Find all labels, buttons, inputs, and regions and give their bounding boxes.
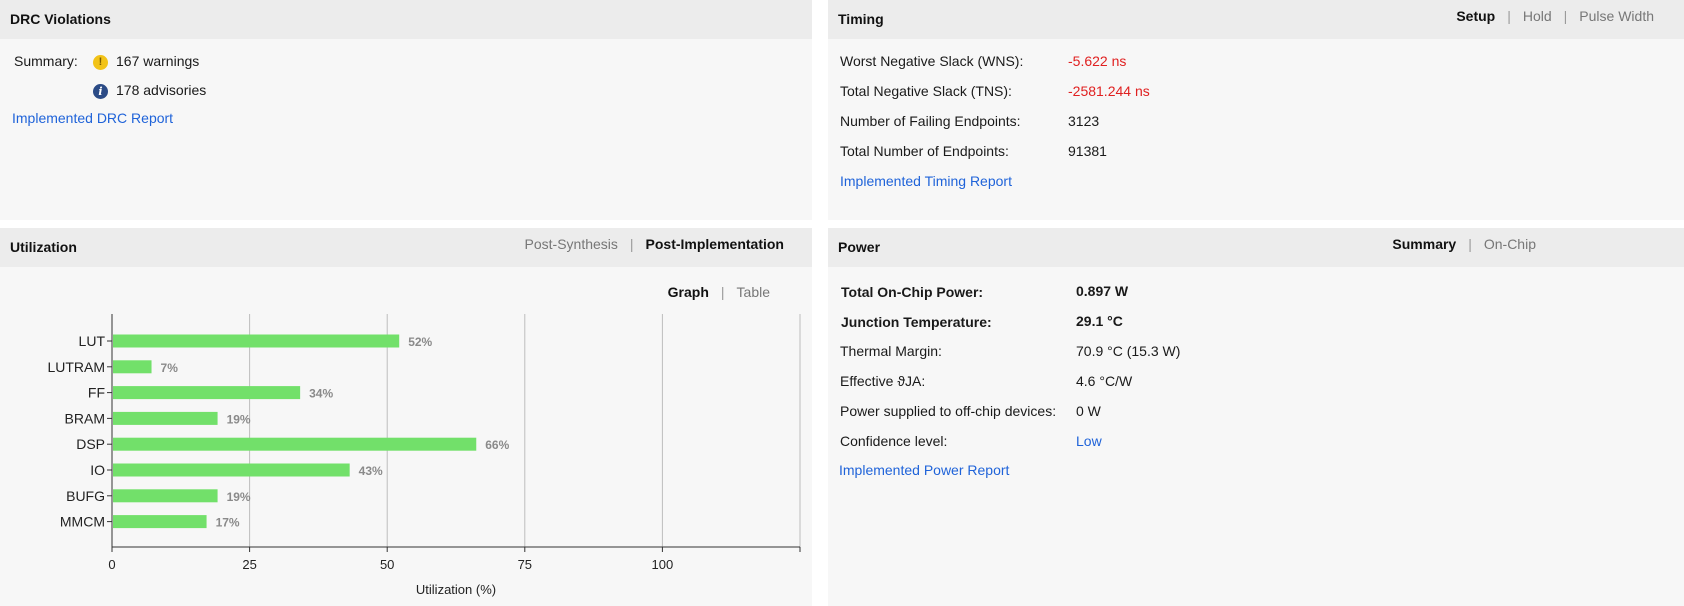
drc-advisories-count[interactable]: 178 advisories bbox=[116, 82, 206, 98]
value-label-bram: 19% bbox=[227, 412, 251, 426]
power-panel: Power Summary | On-Chip Total On-Chip Po… bbox=[828, 228, 1684, 606]
drc-summary-label: Summary: bbox=[14, 53, 78, 69]
category-label-mmcm: MMCM bbox=[60, 514, 105, 530]
bar-lutram bbox=[113, 360, 152, 374]
category-label-lutram: LUTRAM bbox=[47, 359, 105, 375]
bar-bufg bbox=[113, 489, 218, 503]
category-label-bufg: BUFG bbox=[66, 488, 105, 504]
thermal-margin-value: 70.9 °C (15.3 W) bbox=[1076, 343, 1181, 359]
category-label-ff: FF bbox=[88, 385, 105, 401]
tab-on-chip[interactable]: On-Chip bbox=[1484, 236, 1536, 252]
confidence-level-value[interactable]: Low bbox=[1076, 433, 1102, 449]
utilization-bar-chart: 0 25 50 75 100 Utilization (%) LUT 52% LUTRAM 7% F… bbox=[47, 314, 801, 597]
total-endpoints-label: Total Number of Endpoints: bbox=[840, 143, 1009, 159]
wns-value[interactable]: -5.622 ns bbox=[1068, 53, 1126, 69]
off-chip-power-value: 0 W bbox=[1076, 403, 1101, 419]
tab-summary[interactable]: Summary bbox=[1392, 236, 1456, 252]
bar-bram bbox=[113, 411, 218, 425]
power-header: Power Summary | On-Chip bbox=[828, 228, 1684, 267]
drc-title: DRC Violations bbox=[10, 11, 111, 27]
junction-temp-label: Junction Temperature: bbox=[841, 314, 992, 330]
total-power-value: 0.897 W bbox=[1076, 283, 1129, 299]
timing-title: Timing bbox=[838, 11, 884, 27]
info-icon: i bbox=[93, 84, 108, 99]
value-label-lut: 52% bbox=[408, 335, 432, 349]
value-label-lutram: 7% bbox=[161, 361, 179, 375]
value-label-dsp: 66% bbox=[485, 438, 509, 452]
thermal-margin-label: Thermal Margin: bbox=[840, 343, 942, 359]
timing-panel: Timing Setup | Hold | Pulse Width Worst … bbox=[828, 0, 1684, 220]
warning-icon: ! bbox=[93, 55, 108, 70]
value-label-ff: 34% bbox=[309, 387, 333, 401]
value-label-bufg: 19% bbox=[227, 490, 251, 504]
x-tick-label: 25 bbox=[242, 557, 256, 572]
timing-header: Timing Setup | Hold | Pulse Width bbox=[828, 0, 1684, 39]
total-power-label: Total On-Chip Power: bbox=[841, 284, 984, 300]
x-tick-label: 0 bbox=[108, 557, 115, 572]
category-label-bram: BRAM bbox=[65, 410, 105, 426]
failing-endpoints-value: 3123 bbox=[1068, 113, 1100, 129]
tns-label: Total Negative Slack (TNS): bbox=[840, 83, 1012, 99]
tab-pulse-width[interactable]: Pulse Width bbox=[1579, 8, 1654, 24]
tab-hold[interactable]: Hold bbox=[1523, 8, 1552, 24]
value-label-io: 43% bbox=[359, 464, 383, 478]
tns-value[interactable]: -2581.244 ns bbox=[1068, 83, 1150, 99]
bar-dsp bbox=[113, 437, 477, 451]
drc-violations-panel: DRC Violations Summary: ! 167 warnings i… bbox=[0, 0, 812, 220]
drc-header: DRC Violations bbox=[0, 0, 812, 39]
category-label-io: IO bbox=[90, 462, 105, 478]
utilization-panel: Utilization Post-Synthesis | Post-Implem… bbox=[0, 228, 812, 606]
tab-separator: | bbox=[1563, 8, 1568, 24]
drc-report-link[interactable]: Implemented DRC Report bbox=[12, 110, 173, 126]
confidence-level-label: Confidence level: bbox=[840, 433, 948, 449]
timing-report-link[interactable]: Implemented Timing Report bbox=[840, 173, 1012, 189]
category-label-lut: LUT bbox=[79, 333, 106, 349]
power-tabs: Summary | On-Chip bbox=[1392, 236, 1536, 252]
category-label-dsp: DSP bbox=[76, 436, 105, 452]
tab-separator: | bbox=[1468, 236, 1472, 252]
tab-setup[interactable]: Setup bbox=[1456, 8, 1495, 24]
bar-io bbox=[113, 463, 350, 477]
effective-theta-ja-value: 4.6 °C/W bbox=[1076, 373, 1133, 389]
junction-temp-value: 29.1 °C bbox=[1076, 313, 1123, 329]
off-chip-power-label: Power supplied to off-chip devices: bbox=[840, 403, 1057, 419]
value-label-mmcm: 17% bbox=[216, 516, 240, 530]
tab-separator: | bbox=[1507, 8, 1511, 24]
x-tick-label: 100 bbox=[652, 557, 674, 572]
timing-tabs: Setup | Hold | Pulse Width bbox=[1456, 8, 1654, 24]
x-axis-title: Utilization (%) bbox=[416, 582, 496, 597]
wns-label: Worst Negative Slack (WNS): bbox=[840, 53, 1024, 69]
x-tick-label: 75 bbox=[518, 557, 532, 572]
power-title: Power bbox=[838, 239, 881, 255]
bar-ff bbox=[113, 386, 301, 400]
failing-endpoints-label: Number of Failing Endpoints: bbox=[840, 113, 1021, 129]
bar-mmcm bbox=[113, 515, 207, 529]
drc-warnings-count[interactable]: 167 warnings bbox=[116, 53, 199, 69]
effective-theta-ja-label: Effective ϑJA: bbox=[840, 373, 926, 389]
x-tick-label: 50 bbox=[380, 557, 394, 572]
total-endpoints-value: 91381 bbox=[1068, 143, 1107, 159]
bar-lut bbox=[113, 334, 400, 348]
power-report-link[interactable]: Implemented Power Report bbox=[839, 462, 1009, 478]
